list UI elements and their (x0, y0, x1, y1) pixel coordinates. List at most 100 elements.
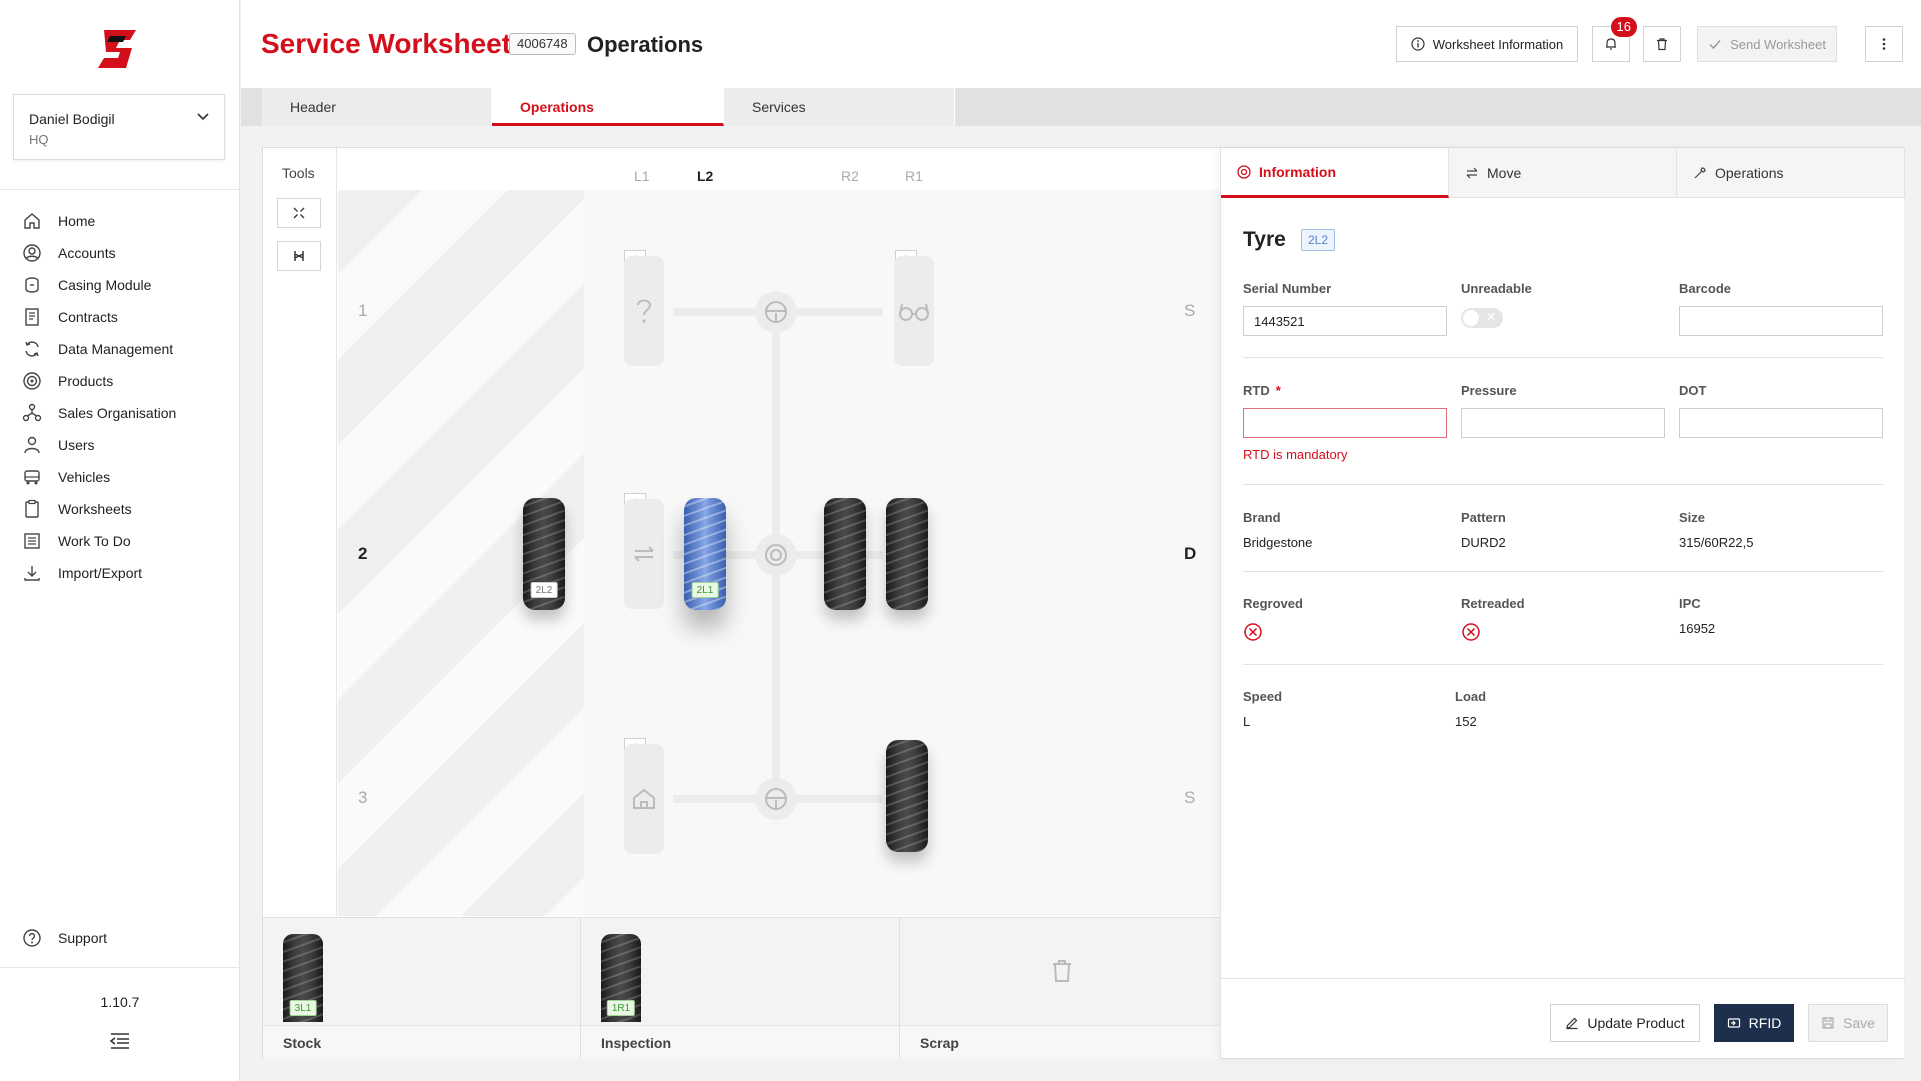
tab-operations-panel[interactable]: Operations (1677, 148, 1905, 198)
tab-services[interactable]: Services (724, 88, 955, 126)
tyre-2r2[interactable] (824, 498, 866, 610)
bin-stock[interactable]: 3L1 Stock (263, 918, 581, 1059)
sidebar-item-data-management[interactable]: Data Management (22, 337, 173, 361)
sidebar-item-import-export[interactable]: Import/Export (22, 561, 142, 585)
update-product-button[interactable]: Update Product (1550, 1004, 1700, 1042)
collapse-view-button[interactable] (277, 198, 321, 228)
bridgestone-logo[interactable] (96, 28, 142, 70)
unreadable-label: Unreadable (1461, 281, 1532, 296)
axle-type-3: S (1184, 788, 1196, 807)
tyre-dragged-2l2[interactable]: 2L2 (523, 498, 565, 610)
user-org: HQ (29, 132, 49, 147)
bin-scrap[interactable]: Scrap (900, 918, 1220, 1059)
brand-value: Bridgestone (1243, 535, 1313, 550)
bin-label-inspection: Inspection (601, 1035, 672, 1051)
sidebar-item-vehicles[interactable]: Vehicles (22, 465, 110, 489)
inspection-tyre[interactable]: 1R1 (601, 934, 641, 1022)
x-circle-icon (1244, 623, 1262, 641)
page-title: Service Worksheet (261, 28, 512, 59)
stock-home-icon (633, 788, 655, 809)
tab-information[interactable]: Information (1221, 148, 1449, 198)
tyre-icon (23, 372, 41, 390)
user-selector[interactable]: Daniel Bodigil HQ (13, 94, 225, 160)
bin-inspection[interactable]: 1R1 Inspection (581, 918, 900, 1059)
tyre-3r1[interactable] (886, 740, 928, 852)
barcode-input[interactable] (1679, 306, 1883, 336)
empty-slot-3l1[interactable] (624, 744, 664, 854)
tyre-position-badge: 2L2 (1301, 229, 1336, 251)
app-version: 1.10.7 (100, 994, 140, 1010)
tyre-position-tag: 1R1 (606, 1000, 636, 1016)
sidebar-item-worksheets[interactable]: Worksheets (22, 497, 132, 521)
axle-number-1: 1 (358, 301, 368, 320)
sidebar-item-casing-module[interactable]: Casing Module (22, 273, 151, 297)
contract-icon (25, 308, 39, 326)
dot-label: DOT (1679, 383, 1707, 398)
tab-move[interactable]: Move (1449, 148, 1677, 198)
save-button[interactable]: Save (1808, 1004, 1888, 1042)
tyre-title: Tyre (1243, 228, 1286, 251)
tyre-selected-2l1[interactable]: 2L1 (684, 498, 726, 610)
sidebar-item-work-to-do[interactable]: Work To Do (22, 529, 131, 553)
worksheet-number-badge: 4006748 (509, 33, 576, 55)
sidebar-item-label: Casing Module (58, 277, 152, 293)
sidebar-item-support[interactable]: Support (22, 926, 107, 950)
sidebar-item-accounts[interactable]: Accounts (22, 241, 116, 265)
load-value: 152 (1455, 714, 1477, 729)
notifications-count-badge: 16 (1610, 17, 1637, 37)
dot-input[interactable] (1679, 408, 1883, 438)
sync-icon (25, 341, 39, 357)
user-name: Daniel Bodigil (29, 111, 115, 127)
more-options-button[interactable] (1865, 26, 1903, 62)
axle-number-3: 3 (358, 788, 368, 807)
rtd-input[interactable] (1243, 408, 1447, 438)
tab-operations[interactable]: Operations (492, 88, 724, 126)
tab-header[interactable]: Header (262, 88, 492, 126)
sidebar-item-label: Work To Do (58, 533, 131, 549)
inspection-glasses-icon (899, 303, 929, 321)
position-label-l1: L1 (634, 168, 650, 184)
sidebar-item-sales-organisation[interactable]: Sales Organisation (22, 401, 176, 425)
page-subtitle: Operations (587, 32, 704, 57)
notifications-button[interactable]: 16 (1592, 17, 1637, 62)
bin-label-scrap: Scrap (920, 1035, 959, 1051)
serial-number-input[interactable] (1243, 306, 1447, 336)
sidebar-item-label: Products (58, 373, 114, 389)
tyre-2r1[interactable] (886, 498, 928, 610)
delete-worksheet-button[interactable] (1643, 26, 1681, 62)
sidebar: Daniel Bodigil HQ Home Accounts Casing M… (0, 0, 240, 1081)
send-worksheet-button[interactable]: Send Worksheet (1697, 26, 1837, 62)
position-label-l2: L2 (697, 168, 714, 184)
rfid-button[interactable]: RFID (1714, 1004, 1794, 1042)
rfid-icon (1727, 1018, 1740, 1028)
empty-slot-1l1[interactable] (624, 256, 664, 366)
steering-wheel-icon (765, 788, 787, 810)
position-label-r1: R1 (905, 168, 923, 184)
sidebar-item-contracts[interactable]: Contracts (22, 305, 118, 329)
pencil-icon (1566, 1017, 1578, 1030)
unreadable-toggle[interactable]: ✕ (1461, 308, 1503, 328)
axle-type-1: S (1184, 301, 1196, 320)
sidebar-item-users[interactable]: Users (22, 433, 95, 457)
collapse-menu-icon[interactable] (108, 1030, 132, 1052)
pattern-value: DURD2 (1461, 535, 1506, 550)
sidebar-item-home[interactable]: Home (22, 209, 95, 233)
drive-axle-icon (765, 544, 787, 566)
pressure-input[interactable] (1461, 408, 1665, 438)
download-icon (24, 566, 40, 581)
worksheet-tabs: Header Operations Services (241, 88, 1921, 126)
worksheet-information-button[interactable]: Worksheet Information (1396, 26, 1578, 62)
kebab-menu-icon (1882, 38, 1886, 50)
sidebar-item-products[interactable]: Products (22, 369, 113, 393)
operations-panel: Tools L1 L2 R2 R1 1 2 3 S D S 2L2 2L1 3L… (262, 147, 1905, 1059)
unknown-tyre-icon (637, 299, 652, 323)
size-label: Size (1679, 510, 1706, 525)
sidebar-item-label: Contracts (58, 309, 118, 325)
org-icon (22, 403, 42, 422)
empty-slot-1r1[interactable] (894, 256, 934, 366)
toggle-knob (1463, 310, 1479, 326)
stock-tyre[interactable]: 3L1 (283, 934, 323, 1022)
required-marker: * (1275, 383, 1281, 398)
swap-tyres-tool-button[interactable] (277, 241, 321, 271)
empty-slot-2l2[interactable] (624, 499, 664, 609)
